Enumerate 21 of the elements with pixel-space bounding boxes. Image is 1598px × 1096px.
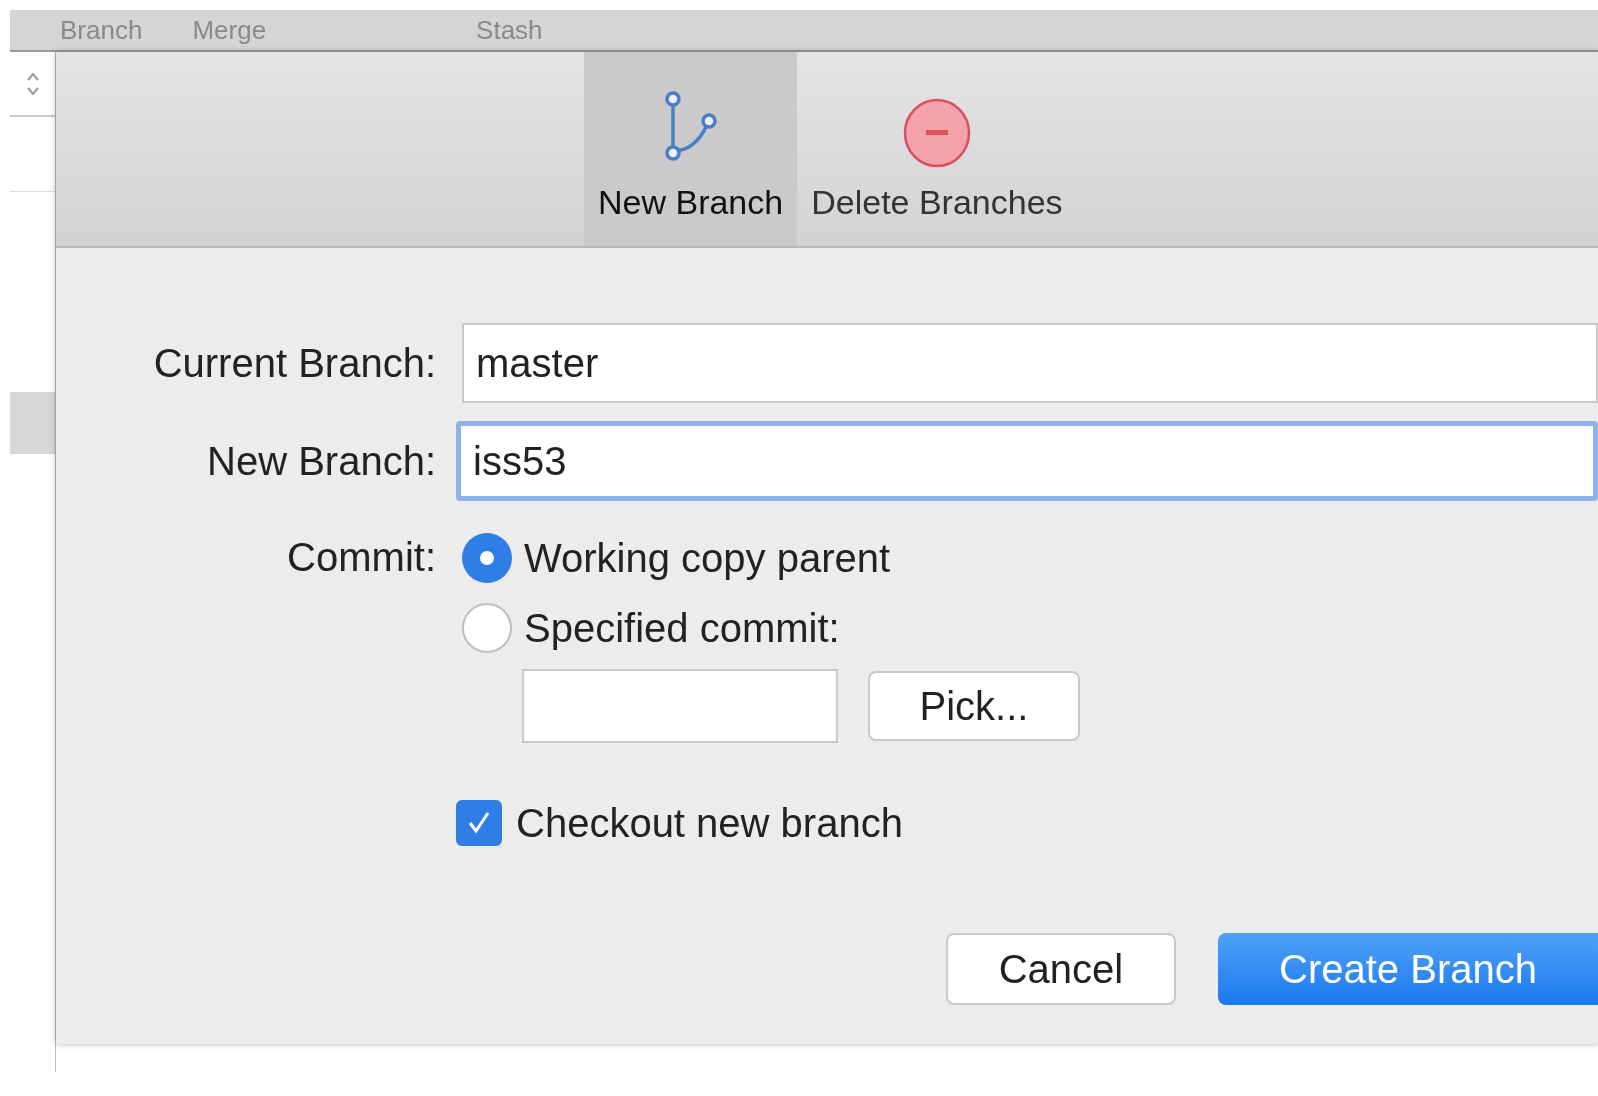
field-label: Commit: — [286, 534, 436, 581]
radio-label: Working copy parent — [524, 535, 891, 582]
commit-field[interactable] — [522, 669, 838, 743]
cancel-button[interactable]: Cancel — [946, 933, 1176, 1005]
radio-button[interactable] — [462, 533, 512, 583]
pick-button[interactable]: Pick... — [868, 671, 1080, 741]
toolbar-tab[interactable]: New Branch — [584, 52, 798, 246]
toolbar-tab[interactable]: Delete Branches — [797, 52, 1077, 246]
checkbox-label: Checkout new branch — [516, 800, 903, 847]
toolbar-label: Branch — [60, 13, 143, 47]
field-label: New Branch: — [206, 438, 436, 485]
field-label: Current Branch: — [152, 340, 436, 387]
remove-icon — [901, 97, 972, 169]
checkbox[interactable] — [456, 800, 502, 846]
new-branch-field[interactable]: iss53 — [456, 421, 1598, 501]
radio-button[interactable] — [462, 603, 512, 653]
radio-label: Specified commit: — [524, 605, 840, 652]
selected-row — [10, 392, 55, 454]
current-branch-field[interactable]: master — [462, 323, 1598, 403]
toolbar-label: Merge — [192, 13, 267, 47]
toolbar-label: Stash — [476, 13, 543, 47]
